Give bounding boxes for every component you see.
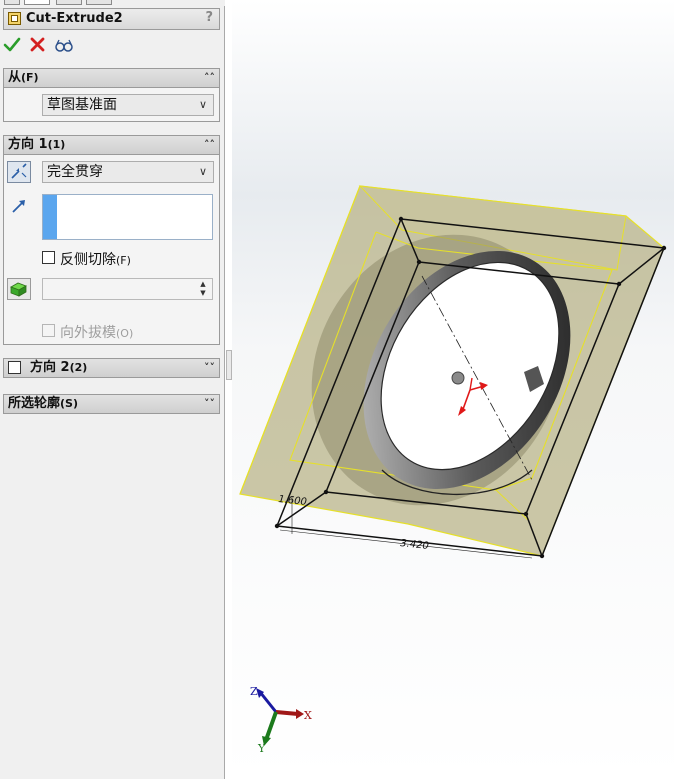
direction1-title: 方向 1 [8,137,48,152]
feature-title-bar: Cut-Extrude2 ? [3,8,220,30]
flip-side-label: 反侧切除(F) [60,252,131,268]
reverse-direction-icon [11,163,27,179]
cut-extrude-icon [8,12,21,25]
direction1-shortcut: (1) [47,138,66,151]
tab-configuration-manager[interactable] [56,0,82,5]
collapse-icon[interactable]: ˄˄ [204,69,215,87]
triad-z-label: Z [250,685,258,698]
expand-icon[interactable]: ˅˅ [204,359,215,377]
ok-button[interactable] [3,36,27,58]
draft-icon[interactable] [7,278,31,300]
check-icon [3,37,21,52]
direction-arrow-icon [10,197,28,215]
draft-outward-checkbox[interactable] [42,324,55,337]
draft-angle-spinbox[interactable]: ▲ ▼ [42,278,213,300]
direction2-checkbox[interactable] [8,361,21,374]
end-condition-dropdown[interactable]: 完全贯穿 ∨ [42,161,214,183]
feature-title: Cut-Extrude2 [26,11,123,26]
help-icon[interactable]: ? [205,10,213,25]
reverse-direction-button[interactable] [7,161,31,183]
selected-contours-group-header[interactable]: 所选轮廓(S) ˅˅ [3,394,220,414]
selected-contours-shortcut: (S) [60,397,78,410]
draft-outward-label: 向外拔模(O) [60,325,134,341]
chevron-down-icon: ∨ [198,98,207,111]
from-group-header[interactable]: 从(F) ˄˄ [3,68,220,88]
direction2-shortcut: (2) [69,361,88,374]
model-view: 3.420 1.600 Z X Y [232,0,674,779]
property-manager-panel: Cut-Extrude2 ? 从(F) ˄˄ 草图基准面 ∨ 方向 1(1) ˄… [0,0,225,779]
graphics-viewport[interactable]: 3.420 1.600 Z X Y [232,0,674,779]
direction1-group-header[interactable]: 方向 1(1) ˄˄ [3,135,220,155]
expand-icon[interactable]: ˅˅ [204,395,215,413]
collapse-icon[interactable]: ˄˄ [204,136,215,154]
from-group-shortcut: (F) [21,71,39,84]
from-group-title: 从 [8,70,22,85]
tab-property-manager[interactable] [24,0,50,5]
direction2-group-header[interactable]: 方向 2(2) ˅˅ [3,358,220,378]
from-group-body: 草图基准面 ∨ [3,88,220,122]
glasses-icon [55,39,73,52]
triad-x-label: X [304,709,312,722]
selection-accent [43,195,57,239]
tab-dim-xpert[interactable] [86,0,112,5]
manager-tabs [0,0,225,6]
flip-side-checkbox[interactable] [42,251,55,264]
spin-arrows-icon[interactable]: ▲ ▼ [196,280,210,298]
start-condition-value: 草图基准面 [47,97,117,113]
selected-contours-title: 所选轮廓 [8,396,61,411]
chevron-down-icon: ∨ [198,165,207,178]
start-condition-dropdown[interactable]: 草图基准面 ∨ [42,94,214,116]
x-icon [30,37,45,52]
end-condition-value: 完全贯穿 [47,164,103,180]
tab-feature-manager[interactable] [4,0,20,5]
cancel-button[interactable] [29,36,53,58]
direction-selection-box[interactable] [42,194,213,240]
detailed-preview-button[interactable] [54,36,78,58]
triad-y-label: Y [257,742,266,755]
